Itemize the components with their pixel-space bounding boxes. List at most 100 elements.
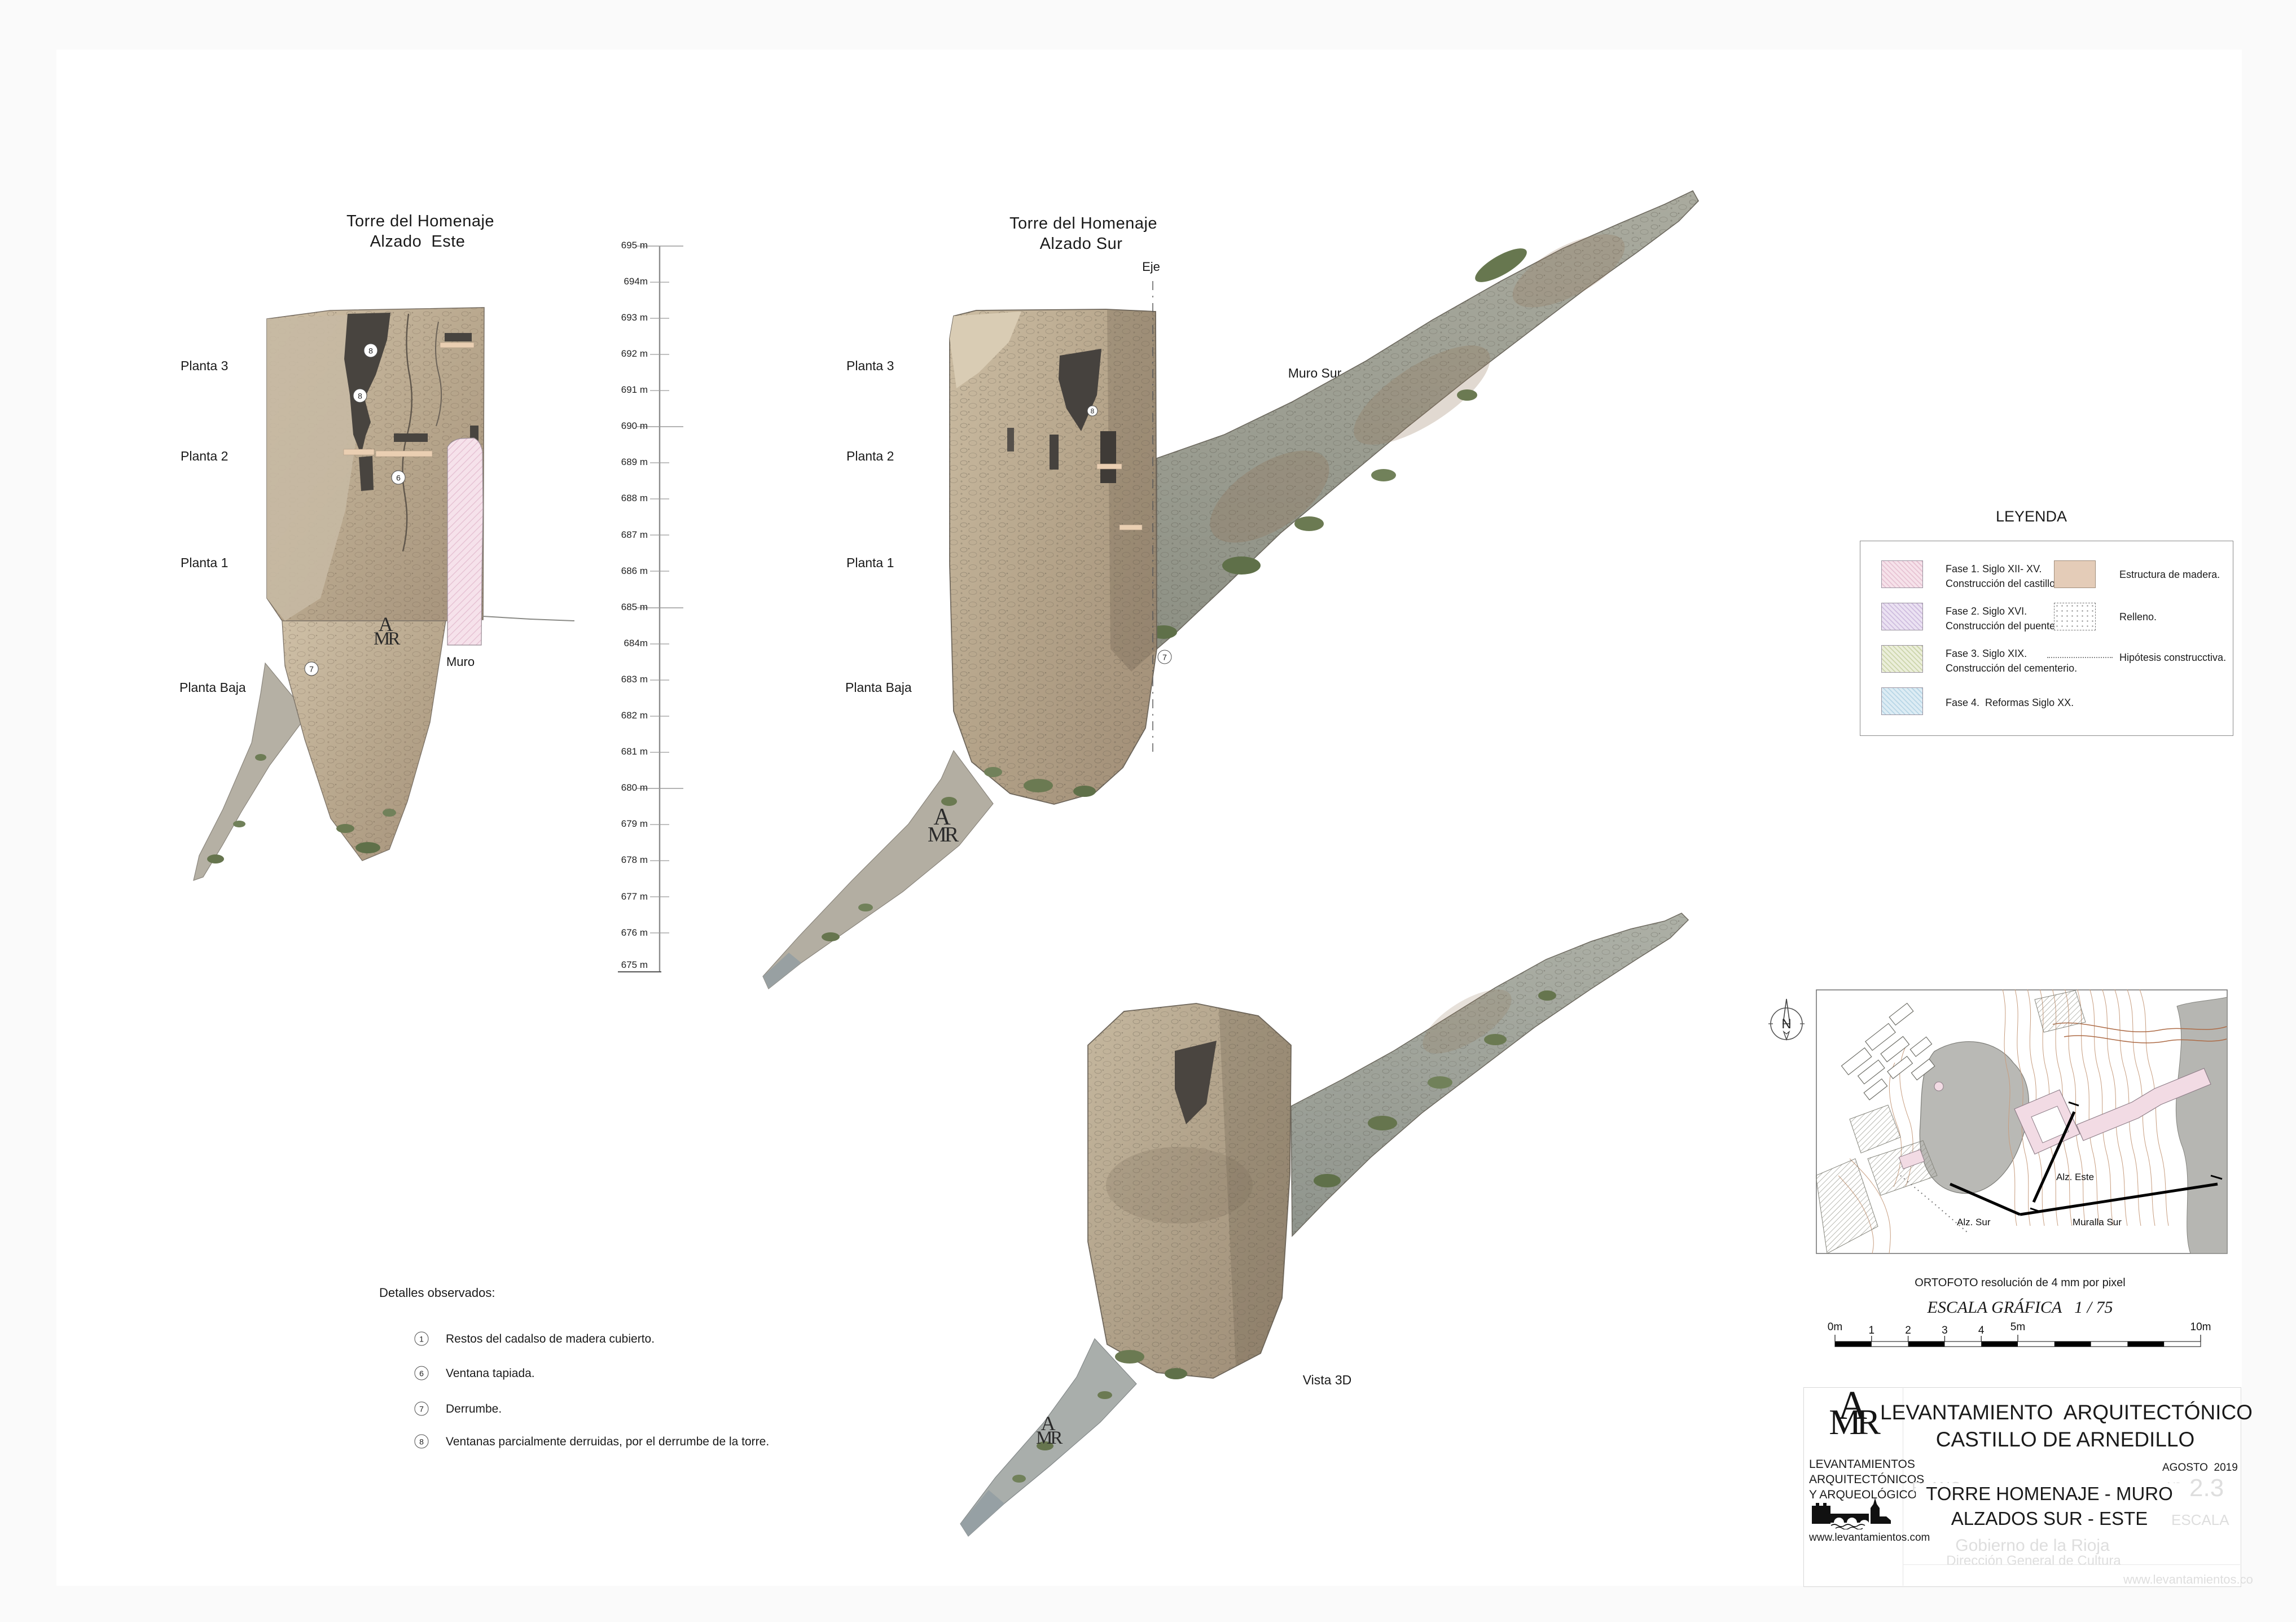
sur-amr-watermark: A MR xyxy=(928,808,956,843)
legend-swatch-fase3 xyxy=(1881,645,1923,673)
alzado-este-title-line1: Torre del Homenaje xyxy=(346,212,494,231)
org-line1: LEVANTAMIENTOS xyxy=(1809,1458,1915,1471)
ruler-label: 680 m xyxy=(569,782,648,794)
legend-fase4-line1: Fase 4. Reformas Siglo XX. xyxy=(1946,695,2074,710)
org-line2: ARQUITECTÓNICOS xyxy=(1809,1473,1924,1487)
map-label-alz-sur: Alz. Sur xyxy=(1957,1217,1991,1228)
este-marker-8b: 8 xyxy=(353,389,367,403)
north-arrow-icon: N xyxy=(1765,998,1810,1051)
detalles-num-1: 1 xyxy=(415,1332,429,1346)
este-amr-watermark: A MR xyxy=(374,616,398,647)
ruler-label: 693 m xyxy=(569,312,648,323)
este-marker-8a: 8 xyxy=(364,344,378,358)
ruler-label: 688 m xyxy=(569,493,648,504)
sur-muralla-wall xyxy=(1150,191,1698,649)
titleblock-main2: CASTILLO DE ARNEDILLO xyxy=(1936,1428,2195,1452)
ruler-label: 689 m xyxy=(569,457,648,468)
este-tower-base xyxy=(282,621,446,861)
ruler-label: 695 m xyxy=(569,240,648,251)
legend-swatch-fase1 xyxy=(1881,560,1923,588)
alzado-este-drawing xyxy=(186,302,581,900)
scale-label-1: 1 xyxy=(1869,1325,1875,1336)
detalles-num-7: 7 xyxy=(415,1402,429,1416)
alzado-sur-drawing xyxy=(761,189,1728,996)
legend-fase2-line2: Construcción del puente. xyxy=(1946,619,2058,633)
sur-floor-plantabaja: Planta Baja xyxy=(845,680,912,695)
legend-title: LEYENDA xyxy=(1996,508,2067,525)
v3d-wall-ridge xyxy=(1291,913,1688,1236)
este-marker-6: 6 xyxy=(392,471,406,485)
ruler-label: 681 m xyxy=(569,746,648,757)
ruler-label: 686 m xyxy=(569,565,648,577)
sur-tower-body xyxy=(950,309,1157,804)
este-floor-planta1: Planta 1 xyxy=(181,555,228,571)
sur-floor-planta2: Planta 2 xyxy=(846,449,894,464)
map-label-alz-este: Alz. Este xyxy=(2056,1172,2094,1182)
vista-3d-label: Vista 3D xyxy=(1303,1373,1352,1388)
ruler-label: 678 m xyxy=(569,854,648,866)
title-block-rule xyxy=(1903,1564,2240,1565)
org-website: www.levantamientos.com xyxy=(1809,1532,1930,1544)
castle-bridge-silhouette-icon xyxy=(1808,1497,1894,1529)
ruler-label: 679 m xyxy=(569,818,648,830)
scale-bar: 0m 1 2 3 4 5m 10m xyxy=(1823,1318,2218,1352)
v3d-amr-watermark: A MR xyxy=(1036,1415,1060,1446)
scale-ticks xyxy=(1835,1335,2201,1342)
legend-madera-label: Estructura de madera. xyxy=(2119,567,2220,582)
ruler-label: 692 m xyxy=(569,348,648,360)
scale-label-0: 0m xyxy=(1828,1321,1842,1333)
scale-label-4: 4 xyxy=(1978,1325,1985,1336)
titleblock-main1: LEVANTAMIENTO ARQUITECTÓNICO xyxy=(1880,1401,2253,1424)
titleblock-date: AGOSTO 2019 xyxy=(2162,1462,2238,1474)
ruler-label: 685 m xyxy=(569,602,648,613)
legend-fase3-line2: Construcción del cementerio. xyxy=(1946,661,2077,676)
map-label-muralla-sur: Muralla Sur xyxy=(2073,1217,2122,1228)
detalles-text-1: Restos del cadalso de madera cubierto. xyxy=(446,1332,655,1346)
plan-sheet-page: Torre del Homenaje Alzado Este xyxy=(0,0,2296,1622)
amr-logo-mr: MR xyxy=(1816,1408,1889,1436)
escala-grafica-label: ESCALA GRÁFICA 1 / 75 xyxy=(1928,1298,2113,1317)
este-muro-phase1 xyxy=(447,438,574,645)
detalles-title: Detalles observados: xyxy=(379,1286,495,1300)
este-marker-7: 7 xyxy=(305,662,319,676)
scale-label-2: 2 xyxy=(1905,1325,1911,1336)
scale-label-10: 10m xyxy=(2190,1321,2211,1333)
este-floor-planta2: Planta 2 xyxy=(181,449,228,464)
ruler-label: 687 m xyxy=(569,529,648,541)
ruler-label: 691 m xyxy=(569,384,648,396)
ruler-label: 690 m xyxy=(569,420,648,432)
ruler-label: 682 m xyxy=(569,710,648,721)
detalles-text-6: Ventana tapiada. xyxy=(446,1367,535,1380)
legend-relleno-label: Relleno. xyxy=(2119,610,2157,624)
ruler-label: 683 m xyxy=(569,674,648,685)
faint-gobierno-label: Gobierno de la Rioja xyxy=(1955,1536,2110,1555)
legend-swatch-relleno xyxy=(2054,603,2096,630)
scale-label-3: 3 xyxy=(1942,1325,1948,1336)
legend-fase1-line1: Fase 1. Siglo XII- XV. xyxy=(1946,562,2042,576)
legend-fase2-line1: Fase 2. Siglo XVI. xyxy=(1946,604,2027,619)
sur-floor-planta3: Planta 3 xyxy=(846,358,894,374)
ruler-label: 684m xyxy=(569,638,648,649)
legend-fase3-line1: Fase 3. Siglo XIX. xyxy=(1946,646,2027,661)
este-floor-plantabaja: Planta Baja xyxy=(179,680,246,695)
faint-no-value: 2.3 xyxy=(2189,1474,2224,1502)
legend-swatch-fase2 xyxy=(1881,603,1923,630)
este-floor-planta3: Planta 3 xyxy=(181,358,228,374)
legend-fase1-line2: Construcción del castillo. xyxy=(1946,576,2058,591)
detalles-num-6: 6 xyxy=(415,1366,429,1380)
ruler-label: 675 m xyxy=(569,959,648,971)
titleblock-sub2: ALZADOS SUR - ESTE xyxy=(1941,1508,2158,1529)
alzado-este-title-line2: Alzado Este xyxy=(370,233,466,251)
este-terrain-slope xyxy=(194,663,308,880)
sur-marker-7: 7 xyxy=(1158,650,1172,664)
legend-swatch-madera xyxy=(2054,560,2096,588)
sur-floor-planta1: Planta 1 xyxy=(846,555,894,571)
north-letter: N xyxy=(1781,1016,1791,1032)
ruler-label: 694m xyxy=(569,276,648,287)
v3d-tower xyxy=(1088,1003,1291,1379)
legend-hipotesis-line xyxy=(2047,657,2113,658)
faint-direccion-label: Dirección General de Cultura xyxy=(1946,1553,2121,1569)
detalles-text-8: Ventanas parcialmente derruidas, por el … xyxy=(446,1435,769,1449)
detalles-num-8: 8 xyxy=(415,1435,429,1449)
scale-label-5: 5m xyxy=(2010,1321,2025,1333)
